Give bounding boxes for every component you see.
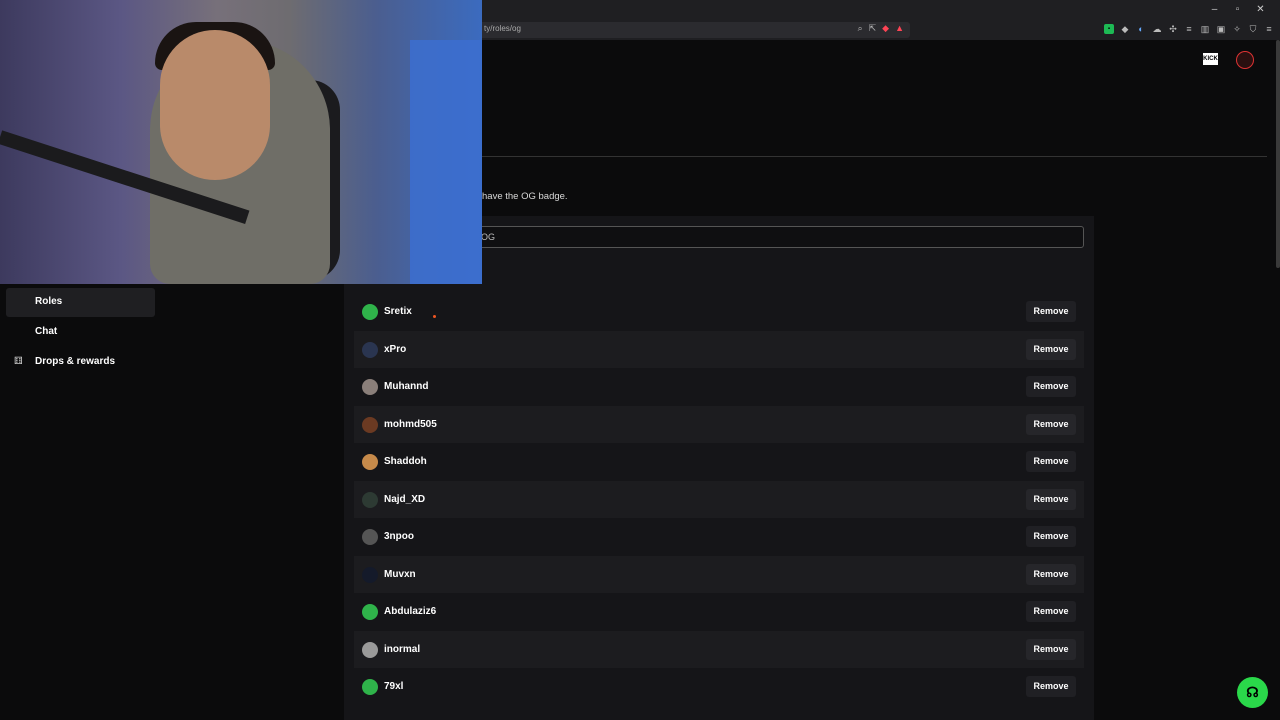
remove-button[interactable]: Remove [1026,638,1076,660]
member-name[interactable]: Muhannd [384,381,428,392]
remove-button[interactable]: Remove [1026,301,1076,322]
menu-icon[interactable]: ≡ [1184,24,1194,34]
zoom-icon[interactable]: ⌕ [858,23,863,34]
wallet-icon[interactable]: ▣ [1216,24,1226,34]
logo-icon[interactable]: KICK [1203,53,1218,65]
remove-button[interactable]: Remove [1026,413,1076,435]
avatar [362,304,378,320]
minimize-button[interactable]: – [1203,3,1226,17]
member-name[interactable]: mohmd505 [384,419,437,430]
member-row: Najd_XD Remove [354,480,1084,518]
share-icon[interactable]: ⇱ [869,23,877,34]
avatar [362,604,378,620]
member-name[interactable]: inormal [384,644,420,655]
puzzle-icon[interactable]: ✣ [1168,24,1178,34]
extensions-bar: ▪ ◆ ◐ ☁ ✣ ≡ ▥ ▣ ✧ ⛉ ≡ [1104,24,1274,34]
page-scrollbar[interactable] [1276,40,1280,268]
headset-icon[interactable]: ☊ [1237,677,1268,708]
app-root: – ▫ ✕ ty/roles/og ⌕ ⇱ ◆ ▲ ▪ ◆ ◐ ☁ ✣ ≡ ▥ … [0,0,1280,720]
shield-icon[interactable]: ◆ [882,23,889,34]
avatar [362,341,378,358]
member-name[interactable]: Najd_XD [384,494,425,505]
audio-icon[interactable]: ◐ [1136,24,1146,34]
member-row: 3npoo Remove [354,518,1084,555]
address-bar[interactable]: ty/roles/og ⌕ ⇱ ◆ ▲ [478,22,910,38]
member-name[interactable]: Muvxn [384,569,416,580]
member-name[interactable]: 3npoo [384,531,414,542]
remove-button[interactable]: Remove [1026,338,1076,360]
member-row: Abdulaziz6 Remove [354,593,1084,630]
member-name[interactable]: 79xl [384,681,403,692]
diamond-icon[interactable]: ◆ [1120,24,1130,34]
member-name[interactable]: xPro [384,344,406,355]
remove-button[interactable]: Remove [1026,676,1076,697]
member-row: Muvxn Remove [354,555,1084,593]
sidebar-item-roles[interactable]: Roles [6,288,155,317]
cloud-icon[interactable]: ☁ [1152,24,1162,34]
extension-icon[interactable]: ▪ [1104,24,1114,34]
member-name[interactable]: Sretix [384,306,412,317]
remove-button[interactable]: Remove [1026,526,1076,547]
member-row: xPro Remove [354,330,1084,368]
member-row: mohmd505 Remove [354,405,1084,443]
avatar [362,491,378,508]
avatar [362,379,378,395]
user-avatar[interactable] [1236,51,1254,69]
warning-icon[interactable]: ▲ [895,23,904,34]
member-row: inormal Remove [354,630,1084,668]
search-input-value: OG [481,232,496,242]
avatar [362,416,378,433]
cursor-indicator [433,315,436,318]
close-window-button[interactable]: ✕ [1249,3,1272,17]
sidebar-item-drops-rewards[interactable]: ⚅ Drops & rewards [6,348,155,377]
avatar [362,679,378,695]
url-text: ty/roles/og [484,24,521,33]
avatar [362,641,378,658]
sidebar-item-label: Chat [35,326,58,337]
sparkle-icon[interactable]: ✧ [1232,24,1242,34]
member-row: Shaddoh Remove [354,443,1084,480]
remove-button[interactable]: Remove [1026,563,1076,585]
remove-button[interactable]: Remove [1026,488,1076,510]
role-search-input[interactable]: OG [470,226,1084,248]
more-icon[interactable]: ≡ [1264,24,1274,34]
member-row: Sretix Remove [354,293,1084,330]
sidebar-item-chat[interactable]: Chat [6,318,155,347]
member-row: 79xl Remove [354,668,1084,705]
page-description: have the OG badge. [482,191,568,202]
member-name[interactable]: Abdulaziz6 [384,606,436,617]
remove-button[interactable]: Remove [1026,376,1076,397]
avatar [362,566,378,583]
avatar [362,529,378,545]
header-divider [482,156,1267,157]
webcam-overlay [0,0,482,284]
member-name[interactable]: Shaddoh [384,456,427,467]
maximize-button[interactable]: ▫ [1226,3,1249,17]
sidebar-item-label: Roles [35,296,63,307]
remove-button[interactable]: Remove [1026,451,1076,472]
window-controls: – ▫ ✕ [1203,3,1272,17]
sidebar-icon[interactable]: ▥ [1200,24,1210,34]
member-row: Muhannd Remove [354,368,1084,405]
sidebar-item-label: Drops & rewards [35,356,116,367]
shield-outline-icon[interactable]: ⛉ [1248,24,1258,34]
avatar [362,454,378,470]
remove-button[interactable]: Remove [1026,601,1076,622]
gift-icon: ⚅ [14,356,23,367]
